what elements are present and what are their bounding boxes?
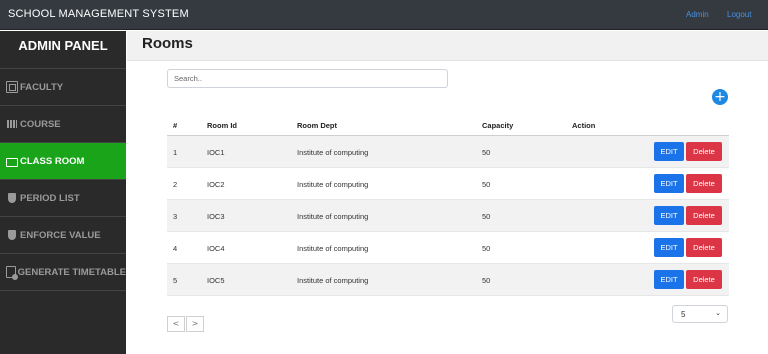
cell-num: 1 [173, 148, 178, 157]
page-size-value: 5 [681, 310, 686, 319]
sidebar-item-label: ENFORCE VALUE [20, 229, 101, 241]
cell-room-dept: Institute of computing [297, 212, 369, 221]
sidebar-item-label: PERIOD LIST [20, 192, 80, 204]
top-navbar: SCHOOL MANAGEMENT SYSTEM Admin Logout [0, 0, 768, 30]
delete-button[interactable]: Delete [686, 270, 722, 289]
classroom-icon [6, 157, 18, 167]
cell-num: 2 [173, 180, 178, 189]
prev-page-button[interactable]: < [167, 316, 185, 332]
header-action: Action [572, 121, 596, 130]
cell-capacity: 50 [482, 244, 491, 253]
sidebar-item-faculty[interactable]: FACULTY [0, 69, 126, 106]
next-page-button[interactable]: > [186, 316, 204, 332]
page-size-select[interactable]: 5 ⌄ [672, 305, 728, 323]
header-room-dept: Room Dept [297, 121, 337, 130]
delete-button[interactable]: Delete [686, 238, 722, 257]
faculty-icon [6, 81, 18, 93]
cell-capacity: 50 [482, 276, 491, 285]
cell-capacity: 50 [482, 212, 491, 221]
sidebar-item-label: FACULTY [20, 81, 64, 93]
sidebar: ADMIN PANEL FACULTY COURSE CLASS ROOM PE… [0, 31, 126, 354]
cell-room-dept: Institute of computing [297, 180, 369, 189]
delete-button[interactable]: Delete [686, 142, 722, 161]
sidebar-item-generate-timetable[interactable]: GENERATE TIMETABLE [0, 254, 126, 291]
add-room-button[interactable]: + [712, 89, 728, 105]
sidebar-item-enforce-value[interactable]: ENFORCE VALUE [0, 217, 126, 254]
sidebar-item-period-list[interactable]: PERIOD LIST [0, 180, 126, 217]
calendar-icon [6, 266, 18, 280]
sidebar-item-course[interactable]: COURSE [0, 106, 126, 143]
table-header: # Room Id Room Dept Capacity Action [167, 112, 729, 136]
main-content: Rooms + # Room Id Room Dept Capacity Act… [127, 31, 768, 354]
cell-capacity: 50 [482, 180, 491, 189]
sidebar-item-label: COURSE [20, 118, 61, 130]
delete-button[interactable]: Delete [686, 174, 722, 193]
rooms-table: # Room Id Room Dept Capacity Action 1 IO… [167, 112, 729, 296]
delete-button[interactable]: Delete [686, 206, 722, 225]
table-row: 2 IOC2 Institute of computing 50 EDIT De… [167, 168, 729, 200]
cell-room-id: IOC5 [207, 276, 225, 285]
app-title: SCHOOL MANAGEMENT SYSTEM [8, 8, 189, 20]
sidebar-item-label: GENERATE TIMETABLE [17, 266, 126, 278]
table-row: 1 IOC1 Institute of computing 50 EDIT De… [167, 136, 729, 168]
sidebar-item-label: CLASS ROOM [20, 155, 85, 167]
cell-room-id: IOC4 [207, 244, 225, 253]
cell-num: 3 [173, 212, 178, 221]
shield-icon [6, 229, 18, 241]
table-row: 4 IOC4 Institute of computing 50 EDIT De… [167, 232, 729, 264]
cell-room-dept: Institute of computing [297, 244, 369, 253]
admin-link[interactable]: Admin [686, 10, 709, 19]
header-num: # [173, 121, 178, 130]
cell-num: 4 [173, 244, 178, 253]
edit-button[interactable]: EDIT [654, 142, 684, 161]
cell-room-id: IOC3 [207, 212, 225, 221]
course-icon [6, 118, 18, 130]
page-title: Rooms [142, 35, 193, 52]
table-row: 5 IOC5 Institute of computing 50 EDIT De… [167, 264, 729, 296]
page-header: Rooms [127, 31, 768, 61]
edit-button[interactable]: EDIT [654, 206, 684, 225]
chevron-down-icon: ⌄ [715, 309, 721, 317]
table-body: 1 IOC1 Institute of computing 50 EDIT De… [167, 136, 729, 296]
header-capacity: Capacity [482, 121, 514, 130]
cell-room-dept: Institute of computing [297, 148, 369, 157]
header-room-id: Room Id [207, 121, 237, 130]
logout-link[interactable]: Logout [727, 10, 751, 19]
table-row: 3 IOC3 Institute of computing 50 EDIT De… [167, 200, 729, 232]
edit-button[interactable]: EDIT [654, 174, 684, 193]
cell-room-id: IOC2 [207, 180, 225, 189]
cell-num: 5 [173, 276, 178, 285]
search-input[interactable] [167, 69, 448, 88]
cell-room-id: IOC1 [207, 148, 225, 157]
edit-button[interactable]: EDIT [654, 270, 684, 289]
shield-icon [6, 192, 18, 204]
edit-button[interactable]: EDIT [654, 238, 684, 257]
sidebar-title: ADMIN PANEL [0, 31, 126, 69]
cell-room-dept: Institute of computing [297, 276, 369, 285]
sidebar-item-classroom[interactable]: CLASS ROOM [0, 143, 126, 180]
cell-capacity: 50 [482, 148, 491, 157]
